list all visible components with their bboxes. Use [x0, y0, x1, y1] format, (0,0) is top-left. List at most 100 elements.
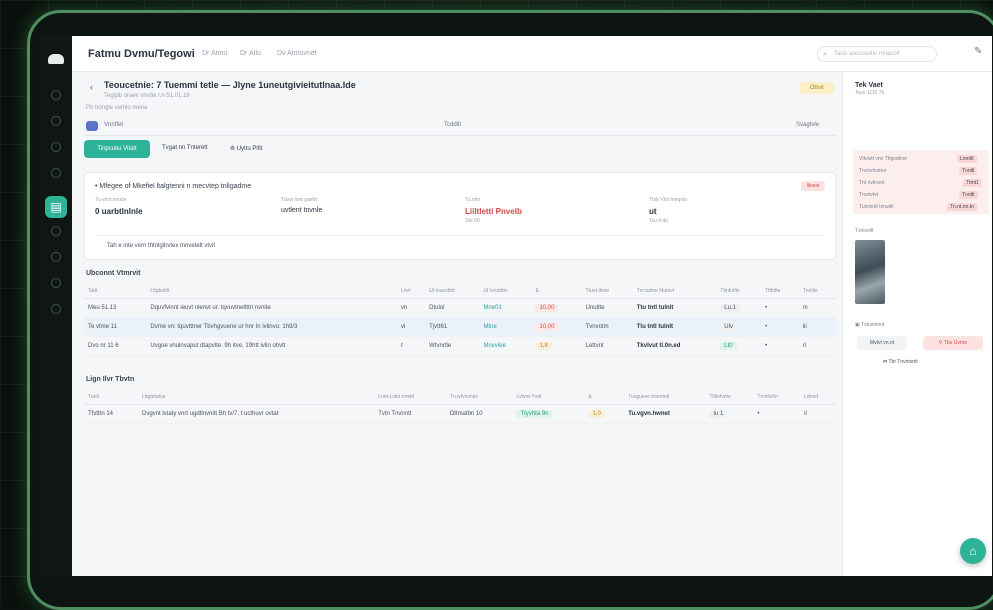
chart-icon[interactable]: [51, 226, 61, 236]
filter-right[interactable]: Svagtvle: [796, 122, 819, 128]
table1-cell: Tvnvotm: [582, 317, 633, 336]
table1-header-row: TatttLttgteittttLnvtUt tnuuvtbttUt tvnot…: [84, 284, 836, 298]
table1-header-9[interactable]: Tfttttlte: [761, 284, 799, 298]
table1-header-8[interactable]: Tttnfutlte: [716, 284, 761, 298]
table2-header-row: TunttLttgtetatueLnnt-Lvtnl rnmtltTn.iytv…: [84, 390, 836, 404]
table1-header-1[interactable]: Lttgteitttt: [146, 284, 397, 298]
table2-header-5[interactable]: &: [584, 390, 624, 404]
table1-cell: Uvgoe vnulnvaput dtapvlte. 9h itve, 19ht…: [146, 336, 397, 355]
table1-header-4[interactable]: Ut tvnotttm: [479, 284, 531, 298]
table2-header-9[interactable]: Ldnnd: [800, 390, 836, 404]
folder-icon[interactable]: [51, 168, 61, 178]
chat-fab-button[interactable]: ⌂: [960, 538, 986, 564]
table1-cell: •: [761, 298, 799, 317]
secondary-button[interactable]: Mvtvt vn.nt: [857, 336, 907, 350]
table1-cell-text: Tlu tntl tulnlt: [637, 324, 673, 330]
filter-mid[interactable]: Tcddiit: [444, 122, 461, 128]
table-row[interactable]: Te vtme 11Dvme vn: tquvtttrwr Tbvhgvuene…: [84, 317, 836, 336]
users-icon[interactable]: [51, 252, 61, 262]
side-title: Tek Vaet: [855, 82, 883, 89]
table1-cell: 1,8: [531, 336, 581, 355]
danger-button[interactable]: ⚲ Tbe Uvnre: [923, 336, 983, 350]
table2-body: Tfvtttn 14Dvgvnt lvtaty vnrt ugdtlnvnitt…: [84, 404, 836, 423]
table2-cell-text: Ttyvhta 9n: [516, 410, 552, 418]
table2-header-0[interactable]: Tuntt: [84, 390, 138, 404]
table1-cell-text: Meu 51.13: [88, 305, 116, 311]
filter-icon[interactable]: [86, 121, 98, 131]
documents-icon[interactable]: ▤: [45, 196, 67, 218]
table1-cell-text: Lu.1: [720, 304, 740, 312]
table1-header-5[interactable]: &: [531, 284, 581, 298]
table1-cell: Meu 51.13: [84, 298, 146, 317]
table2-header-1[interactable]: Lttgtetatue: [138, 390, 374, 404]
table2-header-6[interactable]: Tuvgueve tnvrntnlt: [624, 390, 705, 404]
table1-cell: 10,00: [531, 298, 581, 317]
help-icon[interactable]: [51, 304, 61, 314]
table2-header-7[interactable]: Tltlinfvnte: [705, 390, 753, 404]
page-title: Teoucetnie: 7 Tuemmi tetle — Jlyne 1uneu…: [104, 80, 356, 90]
table1-cell: Ulv: [716, 317, 761, 336]
edit-icon[interactable]: ✎: [974, 46, 982, 57]
metric-4-sub: Teu lt.do: [649, 218, 687, 224]
table1-cell-text: Mne01: [483, 305, 501, 311]
table2-header-8[interactable]: Tmntlv0n: [753, 390, 800, 404]
table1-cell: Lt0: [716, 336, 761, 355]
table1-header-7[interactable]: Tm tutme Mutevl: [633, 284, 717, 298]
table2-header-2[interactable]: Lnnt-Lvtnl rnmtlt: [374, 390, 446, 404]
table1-cell-text: Uvgoe vnulnvaput dtapvlte. 9h itve, 19ht…: [150, 343, 285, 349]
filter-left[interactable]: Vnntfet: [104, 122, 123, 128]
table2-cell: •: [753, 404, 800, 423]
tab-primary[interactable]: Tinpcutiu Vitatt: [84, 140, 150, 158]
table-row[interactable]: Meu 51.13Dquvfvinnt ieuvt nlenvt ur. tqv…: [84, 298, 836, 317]
tab-2[interactable]: Tvgat nn Tnterett: [162, 145, 208, 151]
side-panel: Tek Vaet Teuv 1116 76 Vttvivtt vnn Tttgv…: [842, 72, 992, 576]
table2-cell: Tfvtttn 14: [84, 404, 138, 423]
breadcrumb-2[interactable]: Dr Atlo: [240, 50, 261, 57]
search-input[interactable]: ⌕Tauo ascocuotiv mnacoit: [817, 46, 937, 62]
table2-cell-text: il: [804, 411, 807, 417]
table2-cell-text: Dttmatbn 10: [450, 411, 483, 417]
table1-cell: Mnvvlee: [479, 336, 531, 355]
table1-header-0[interactable]: Tattt: [84, 284, 146, 298]
table1-header-6[interactable]: Ttuet tlmte: [582, 284, 633, 298]
table1-cell: iii: [799, 317, 836, 336]
settings-icon[interactable]: [51, 278, 61, 288]
inbox-icon[interactable]: [51, 116, 61, 126]
table1-cell: Lu.1: [716, 298, 761, 317]
app-screen: Fatmu Dvmu/Tegowi Dr Atmu Dr Atlo Dv Atm…: [72, 36, 992, 576]
breadcrumb-1[interactable]: Dr Atmu: [202, 50, 227, 57]
table1-cell: m: [799, 298, 836, 317]
app-logo: [48, 54, 64, 64]
table1-cell: Te vtme 11: [84, 317, 146, 336]
alert-badge: lilesst: [801, 181, 825, 191]
photo-thumbnail[interactable]: [855, 240, 885, 304]
status-badge: Ottvir: [800, 82, 834, 94]
table2-title: Lign Ilvr Tbvtn: [86, 376, 134, 383]
summary-card: • Mfegee of Mkefiel ltalgtenni n mecvtep…: [84, 172, 836, 260]
dashboard-icon[interactable]: [51, 90, 61, 100]
table2-header-3[interactable]: Tn.iytvnvntie: [446, 390, 513, 404]
table1-cell: Tlu tntl tulnlt: [633, 317, 717, 336]
table1-header-10[interactable]: Tnntlle: [799, 284, 836, 298]
table2-header-4[interactable]: Lvtvnt-Tmtt: [512, 390, 584, 404]
detail-label-1: Vttvivtt vnn Tttgvdtnvt: [859, 156, 907, 162]
main-content: ‹ Teoucetnie: 7 Tuemmi tetle — Jlyne 1un…: [72, 72, 842, 576]
details-panel: Vttvivtt vnn Tttgvdtnvt Lnmtlt Tnvnvtvat…: [853, 150, 989, 214]
table-row[interactable]: Tfvtttn 14Dvgvnt lvtaty vnrt ugdtlnvnitt…: [84, 404, 836, 423]
side-link[interactable]: ⇄ Tbr Tnvntvnti: [883, 359, 918, 365]
breadcrumb-3[interactable]: Dv Atmovnet: [277, 50, 317, 57]
calendar-icon[interactable]: [51, 142, 61, 152]
section-label: ▣ Tvtuvtnnnt: [855, 322, 884, 328]
table1-cell-text: m: [803, 305, 808, 311]
table1-cell-text: 10,00: [535, 304, 558, 312]
table-row[interactable]: Dvo nr 11 6Uvgoe vnulnvaput dtapvlte. 9h…: [84, 336, 836, 355]
table1-cell: Lettvnt: [582, 336, 633, 355]
tab-3[interactable]: ⟰ Uyttu Plfit: [230, 145, 262, 152]
table1-header-2[interactable]: Lnvt: [397, 284, 425, 298]
table1-cell: •: [761, 336, 799, 355]
metric-2: Tuvat lont gaelts uvtlent tnvnle: [281, 197, 322, 214]
back-button[interactable]: ‹: [90, 82, 93, 92]
detail-value-5: Tn.nt.nn.tn: [947, 203, 977, 211]
detail-label-4: Tnunvtvt: [859, 192, 878, 198]
table1-header-3[interactable]: Ut tnuuvtbtt: [425, 284, 479, 298]
